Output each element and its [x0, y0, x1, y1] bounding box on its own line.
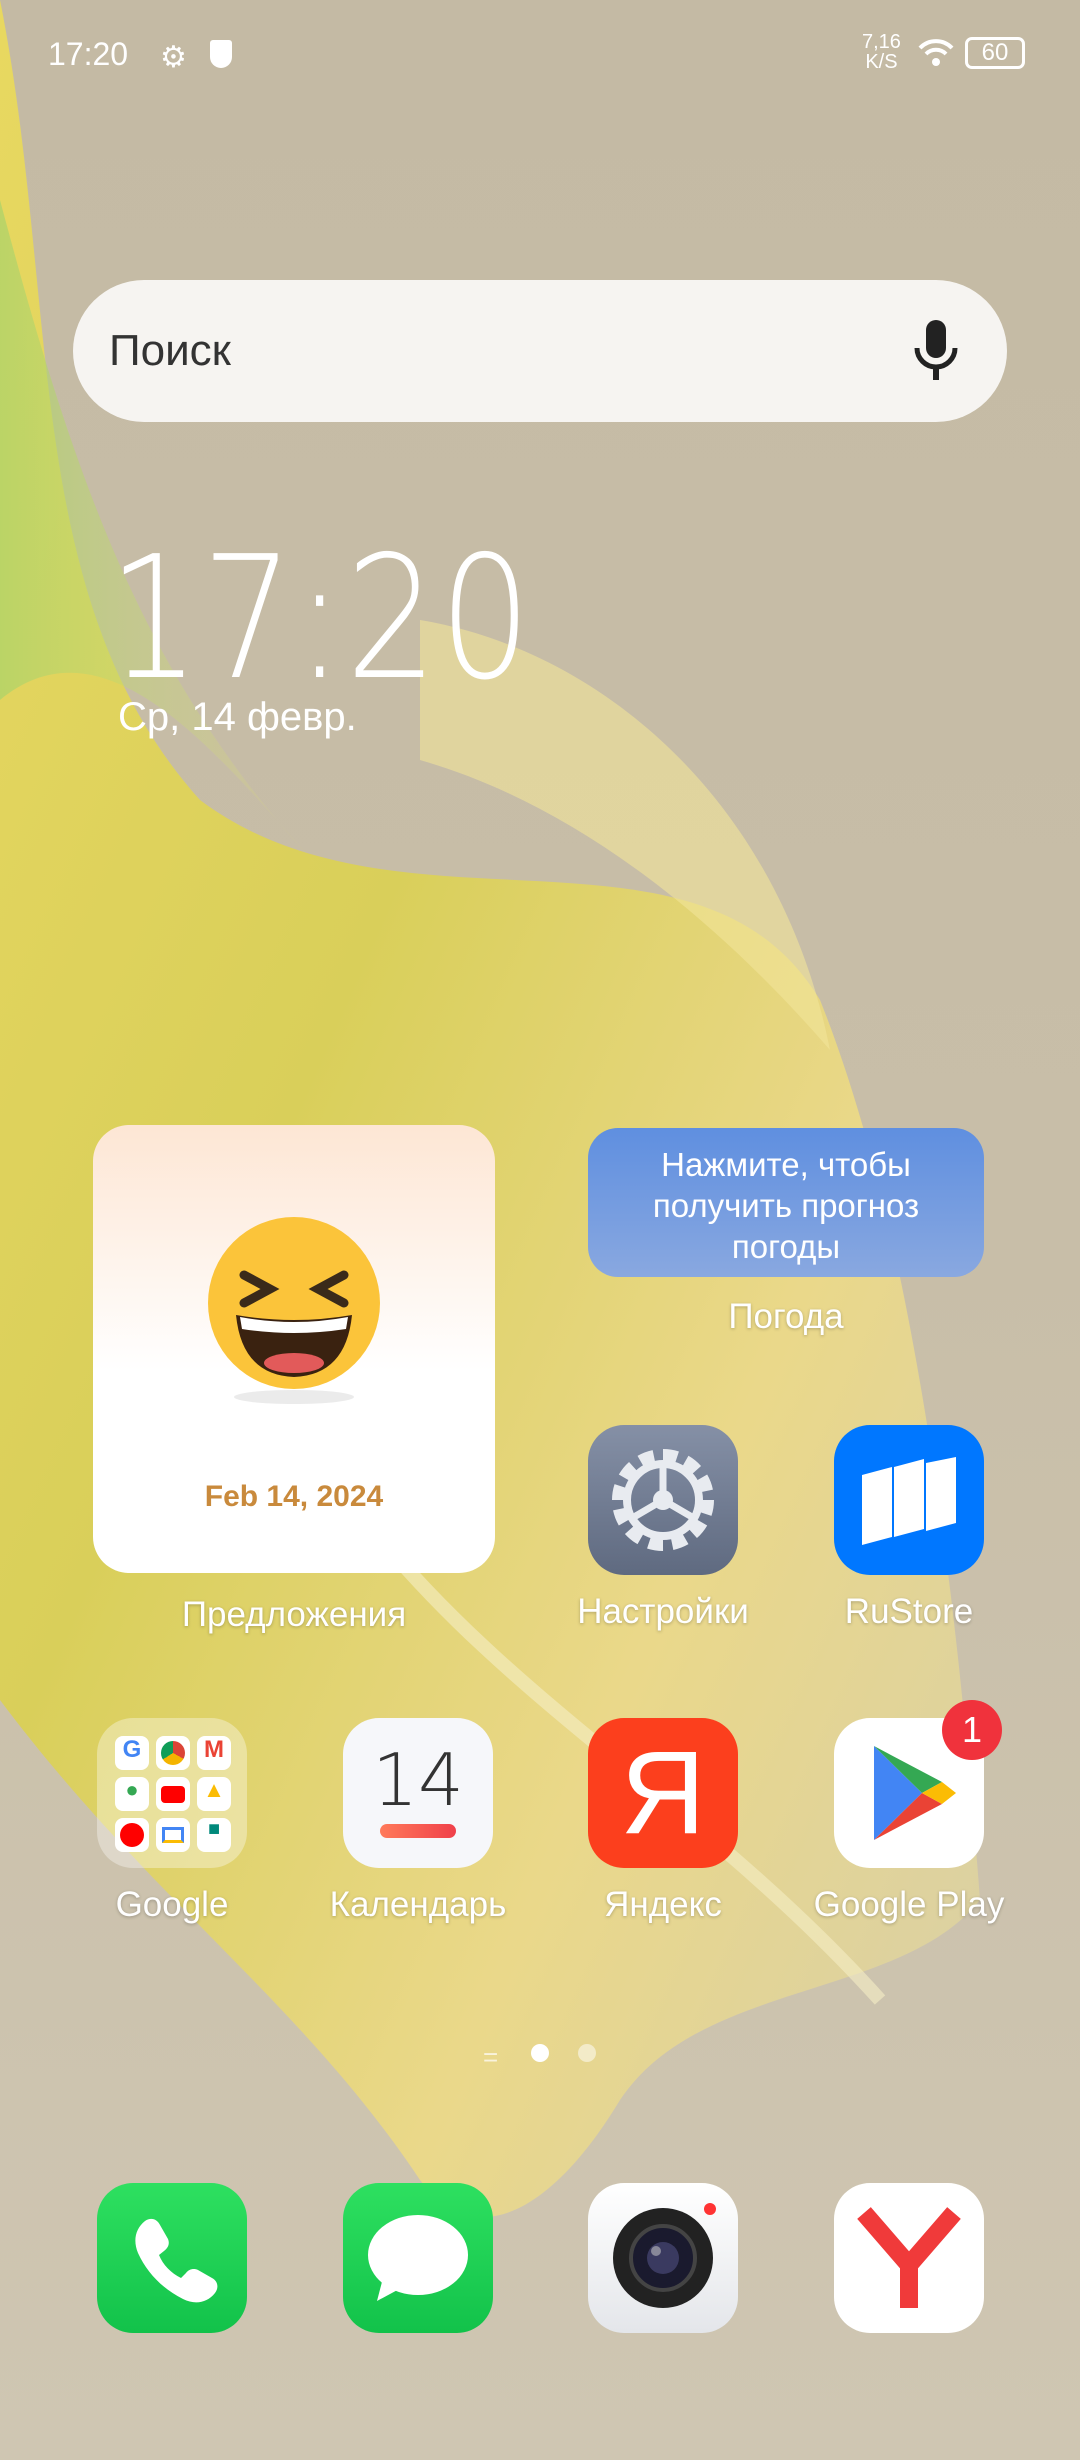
clock-time[interactable]: 17:20: [108, 520, 533, 718]
youtube-music-icon: [115, 1818, 149, 1852]
camera-icon: [613, 2203, 716, 2308]
net-speed-value: 7,16: [862, 31, 901, 53]
battery-icon: 60: [965, 37, 1025, 69]
suggestions-date: Feb 14, 2024: [204, 1480, 384, 1513]
battery-level: 60: [981, 39, 1009, 66]
chrome-icon: [156, 1736, 190, 1770]
app-label: Настройки: [577, 1592, 749, 1631]
weather-label: Погода: [728, 1297, 844, 1336]
dock-camera[interactable]: [588, 2183, 738, 2333]
notification-badge: 1: [942, 1700, 1002, 1760]
app-settings[interactable]: [588, 1425, 738, 1575]
app-label: Яндекс: [604, 1885, 722, 1924]
search-placeholder: Поиск: [109, 326, 231, 375]
page-dot[interactable]: [578, 2044, 596, 2062]
dock-yandex-browser[interactable]: [834, 2183, 984, 2333]
app-calendar[interactable]: 14: [343, 1718, 493, 1868]
phone-icon: [135, 2218, 218, 2303]
app-folder-google[interactable]: G M ● ▲ ■: [97, 1718, 247, 1868]
search-bar[interactable]: Поиск: [73, 280, 1007, 422]
settings-icon: ⚙: [160, 41, 187, 74]
app-label: Google: [115, 1885, 229, 1924]
gear-icon: [612, 1449, 714, 1551]
maps-icon: ●: [115, 1777, 149, 1811]
app-label: Календарь: [329, 1885, 507, 1924]
mic-icon[interactable]: [911, 318, 961, 384]
gmail-icon: M: [197, 1736, 231, 1770]
dock-messages[interactable]: [343, 2183, 493, 2333]
net-speed: 7,16 K/S: [862, 32, 901, 72]
clock-date[interactable]: Ср, 14 февр.: [118, 695, 357, 740]
calendar-day: 14: [372, 1738, 464, 1822]
suggestions-label: Предложения: [181, 1595, 407, 1634]
suggestions-widget[interactable]: Feb 14, 2024: [93, 1125, 495, 1573]
dock-phone[interactable]: [97, 2183, 247, 2333]
google-tv-icon: [156, 1818, 190, 1852]
app-label: Google Play: [813, 1885, 1005, 1924]
wifi-icon: [918, 38, 954, 73]
app-label: RuStore: [844, 1592, 974, 1631]
yandex-browser-icon: [857, 2207, 961, 2308]
laughing-emoji-icon: [208, 1217, 380, 1404]
messages-icon: [368, 2215, 468, 2301]
calendar-icon: [380, 1824, 456, 1838]
shield-play-icon: [210, 40, 232, 68]
yandex-icon: Я: [620, 1727, 706, 1859]
page-dot-active[interactable]: [531, 2044, 549, 2062]
weather-widget[interactable]: Нажмите, чтобы получить прогноз погоды: [588, 1128, 984, 1277]
rustore-icon: [862, 1457, 956, 1545]
youtube-icon: [156, 1777, 190, 1811]
weather-text: Нажмите, чтобы получить прогноз погоды: [652, 1146, 920, 1265]
net-speed-unit: K/S: [865, 51, 898, 73]
drive-icon: ▲: [197, 1777, 231, 1811]
app-rustore[interactable]: [834, 1425, 984, 1575]
google-icon: G: [115, 1736, 149, 1770]
app-yandex[interactable]: Я: [588, 1718, 738, 1868]
meet-icon: ■: [197, 1818, 231, 1852]
status-time: 17:20: [48, 36, 129, 72]
feed-page-indicator[interactable]: =: [483, 2042, 498, 2073]
